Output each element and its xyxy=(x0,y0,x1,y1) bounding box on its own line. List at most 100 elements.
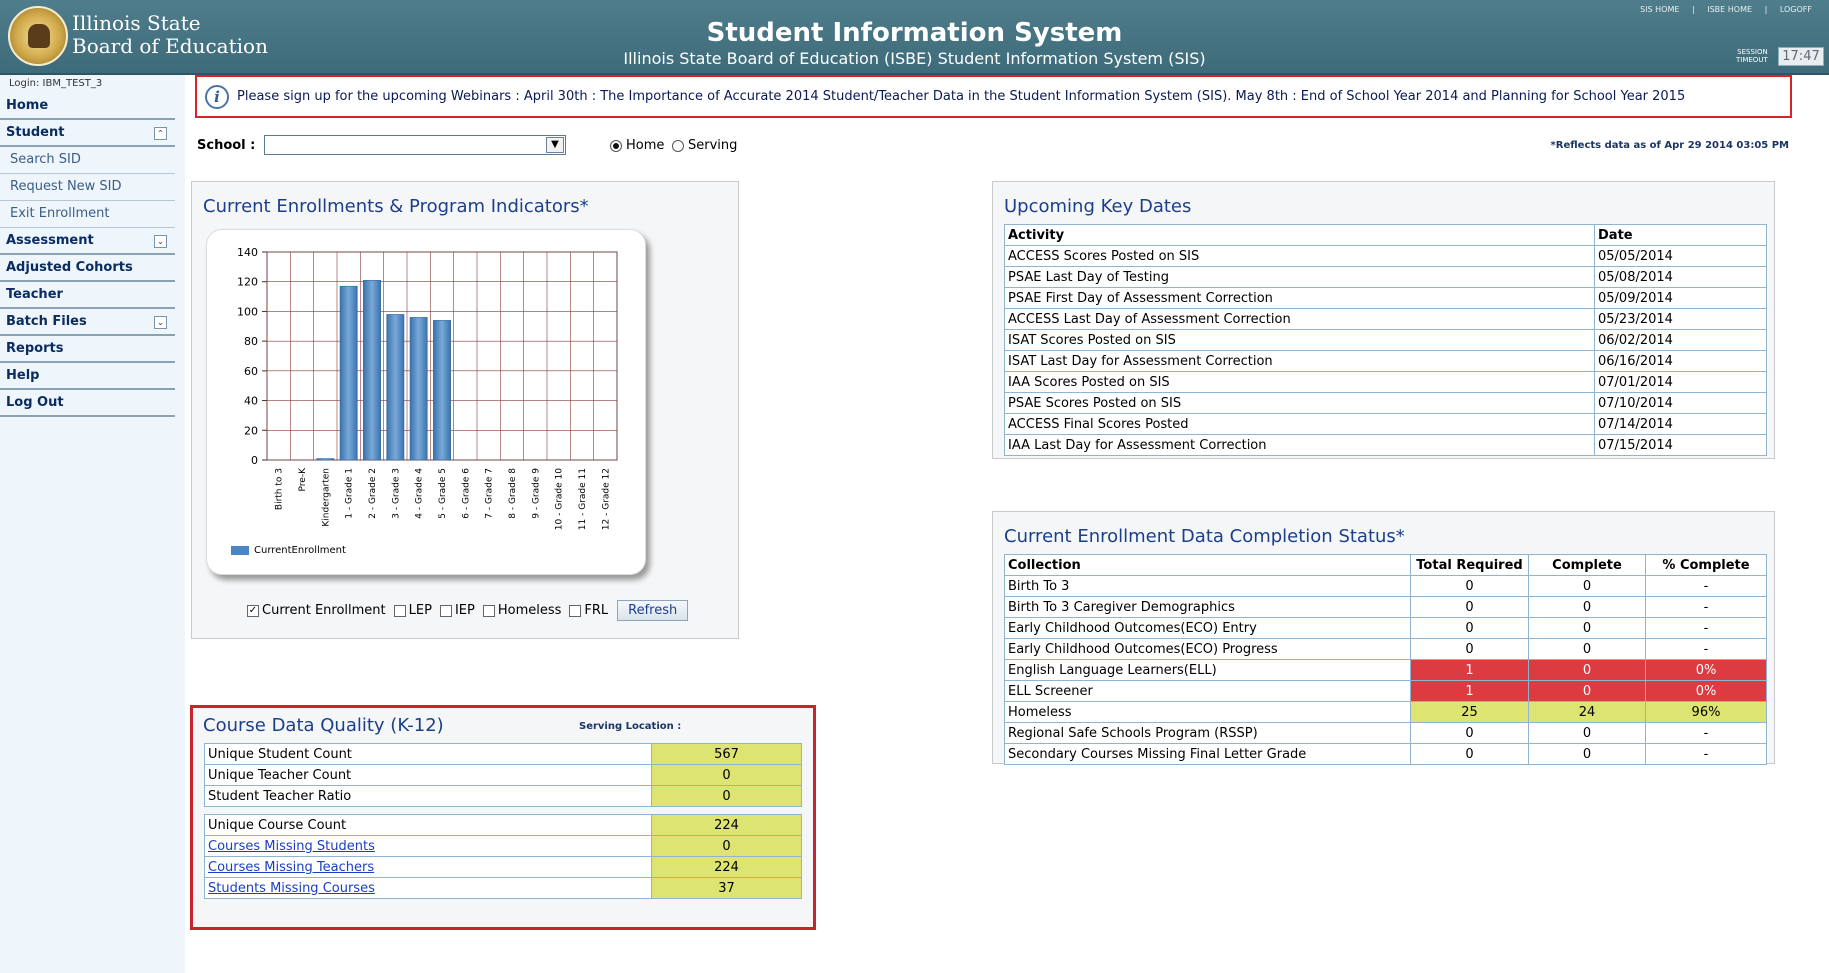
table-row: Unique Teacher Count 0 xyxy=(204,764,802,786)
iep-checkbox[interactable] xyxy=(439,604,452,617)
isbe-home-link[interactable]: ISBE HOME xyxy=(1707,5,1752,14)
y-tick-label: 140 xyxy=(237,246,258,259)
x-tick-label: 7 - Grade 7 xyxy=(485,468,495,519)
value-cell: - xyxy=(1645,596,1767,618)
sidebar-item-assessment[interactable]: Assessment ⌄ xyxy=(0,228,175,255)
completion-status-title: Current Enrollment Data Completion Statu… xyxy=(1004,526,1405,547)
table-row: Regional Safe Schools Program (RSSP) 0 0- xyxy=(1004,722,1767,744)
checkbox-label: IEP xyxy=(454,603,475,618)
metric-label-cell: Unique Course Count xyxy=(204,814,652,836)
chart-legend: CurrentEnrollment xyxy=(231,545,346,556)
date-cell: 05/23/2014 xyxy=(1594,308,1767,330)
collection-cell: Early Childhood Outcomes(ECO) Progress xyxy=(1004,638,1411,660)
metric-value-cell: 0 xyxy=(651,835,802,857)
value-cell: 96% xyxy=(1645,701,1767,723)
session-label-1: SESSION xyxy=(1737,48,1768,56)
table-row: ISAT Scores Posted on SIS 06/02/2014 xyxy=(1004,329,1767,351)
date-cell: 06/02/2014 xyxy=(1594,329,1767,351)
course-quality-table-2: Unique Course Count 224 Courses Missing St… xyxy=(204,814,802,899)
enrollment-bar-chart: 0 20 40 60 80 100 120 140 Birth to 3 Pre-K Kinderg… xyxy=(237,246,618,530)
school-select[interactable]: ▼ xyxy=(264,135,566,155)
sidebar-item-label: Request New SID xyxy=(10,179,122,194)
radio-button-selected[interactable] xyxy=(610,139,622,152)
metric-value-cell: 0 xyxy=(651,785,802,807)
table-row: IAA Scores Posted on SIS 07/01/2014 xyxy=(1004,371,1767,393)
metric-link[interactable]: Courses Missing Students xyxy=(208,839,375,854)
activity-cell: ISAT Last Day for Assessment Correction xyxy=(1004,350,1595,372)
serving-radio[interactable]: Serving xyxy=(672,138,737,153)
table-row: Courses Missing Students 0 xyxy=(204,835,802,857)
x-tick-label: Pre-K xyxy=(298,467,308,492)
table-row: ACCESS Last Day of Assessment Correction… xyxy=(1004,308,1767,330)
homeless-checkbox[interactable] xyxy=(482,604,495,617)
expand-icon[interactable]: ⌄ xyxy=(154,235,167,248)
refresh-button[interactable]: Refresh xyxy=(617,600,689,621)
bar-kindergarten xyxy=(316,458,335,461)
radio-button[interactable] xyxy=(672,139,684,152)
value-cell: - xyxy=(1645,617,1767,639)
table-row: ELL Screener 1 0 0% xyxy=(1004,680,1767,702)
metric-link[interactable]: Courses Missing Teachers xyxy=(208,860,374,875)
x-tick-label: 1 - Grade 1 xyxy=(345,468,355,519)
expand-icon[interactable]: ⌄ xyxy=(154,316,167,329)
metric-value-cell: 224 xyxy=(651,814,802,836)
checkbox-label: FRL xyxy=(584,603,609,618)
table-header-row: Activity Date xyxy=(1004,224,1767,246)
completion-status-panel: Current Enrollment Data Completion Statu… xyxy=(992,511,1775,765)
x-tick-label: 2 - Grade 2 xyxy=(368,468,378,519)
sidebar-item-request-new-sid[interactable]: Request New SID xyxy=(0,174,175,201)
value-cell: 0 xyxy=(1410,743,1529,765)
main-content: i Please sign up for the upcoming Webina… xyxy=(185,75,1829,973)
value-cell: - xyxy=(1645,638,1767,660)
date-cell: 07/01/2014 xyxy=(1594,371,1767,393)
sidebar-item-reports[interactable]: Reports xyxy=(0,336,175,363)
activity-cell: PSAE First Day of Assessment Correction xyxy=(1004,287,1595,309)
logoff-link[interactable]: LOGOFF xyxy=(1780,5,1812,14)
collapse-icon[interactable]: ⌃ xyxy=(154,127,167,140)
value-cell: 0 xyxy=(1410,617,1529,639)
sidebar-item-label: Exit Enrollment xyxy=(10,206,110,221)
sidebar-item-batch-files[interactable]: Batch Files ⌄ xyxy=(0,309,175,336)
collection-cell: Regional Safe Schools Program (RSSP) xyxy=(1004,722,1411,744)
sidebar-item-search-sid[interactable]: Search SID xyxy=(0,147,175,174)
course-quality-title: Course Data Quality (K-12) xyxy=(203,715,444,736)
sidebar-item-teacher[interactable]: Teacher xyxy=(0,282,175,309)
table-row: Homeless 25 24 96% xyxy=(1004,701,1767,723)
value-cell: 0 xyxy=(1528,575,1646,597)
sidebar-item-exit-enrollment[interactable]: Exit Enrollment xyxy=(0,201,175,228)
sidebar-item-home[interactable]: Home xyxy=(0,93,175,120)
link-separator: | xyxy=(1691,5,1695,14)
bar-5-grade-5 xyxy=(433,320,451,461)
lep-checkbox[interactable] xyxy=(393,604,406,617)
sidebar-item-help[interactable]: Help xyxy=(0,363,175,390)
frl-checkbox[interactable] xyxy=(569,604,582,617)
sis-home-link[interactable]: SIS HOME xyxy=(1640,5,1679,14)
table-row: Birth To 300- xyxy=(1004,575,1767,597)
metric-label-cell: Student Teacher Ratio xyxy=(204,785,652,807)
chevron-down-icon[interactable]: ▼ xyxy=(546,137,564,153)
home-radio[interactable]: Home xyxy=(610,138,664,153)
metric-value-cell: 224 xyxy=(651,856,802,878)
value-cell: 0 xyxy=(1528,617,1646,639)
activity-cell: ACCESS Final Scores Posted xyxy=(1004,413,1595,435)
course-data-quality-panel: Course Data Quality (K-12) Serving Locat… xyxy=(190,705,816,930)
x-tick-label: 3 - Grade 3 xyxy=(391,468,401,519)
sidebar-item-adjusted-cohorts[interactable]: Adjusted Cohorts xyxy=(0,255,175,282)
legend-label: CurrentEnrollment xyxy=(254,545,346,556)
metric-link[interactable]: Students Missing Courses xyxy=(208,881,375,896)
key-dates-title: Upcoming Key Dates xyxy=(1004,196,1192,217)
y-tick-label: 60 xyxy=(244,365,258,378)
sidebar-item-log-out[interactable]: Log Out xyxy=(0,390,175,417)
sidebar: Login: IBM_TEST_3 Home Student ⌃ Search S… xyxy=(0,75,185,973)
current-enrollment-checkbox[interactable]: ✓ xyxy=(247,604,259,617)
x-tick-label: 10 - Grade 10 xyxy=(555,468,565,530)
session-timeout-label: SESSION TIMEOUT xyxy=(1736,48,1768,64)
bar-3-grade-3 xyxy=(386,314,405,461)
value-cell: 25 xyxy=(1410,701,1529,723)
table-row: ACCESS Scores Posted on SIS 05/05/2014 xyxy=(1004,245,1767,267)
sidebar-item-student[interactable]: Student ⌃ xyxy=(0,120,175,147)
table-row: English Language Learners(ELL) 1 0 0% xyxy=(1004,659,1767,681)
data-as-of-note: *Reflects data as of Apr 29 2014 03:05 P… xyxy=(1550,140,1789,151)
column-header: % Complete xyxy=(1645,554,1767,576)
chart-frame: 0 20 40 60 80 100 120 140 Birth to 3 Pre-K Kinderg… xyxy=(206,229,646,575)
